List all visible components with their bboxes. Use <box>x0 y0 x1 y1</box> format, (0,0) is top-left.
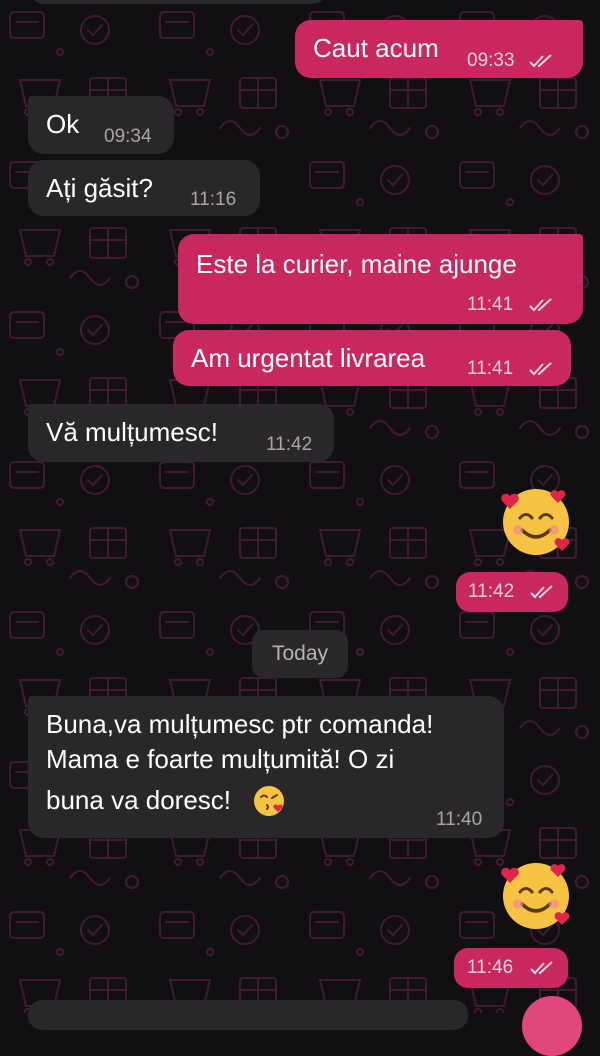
message-text: Este la curier, maine ajunge <box>196 249 517 279</box>
message-bubble-incoming[interactable] <box>28 0 328 4</box>
message-text-line: Mama e foarte mulțumită! O zi <box>46 744 395 774</box>
message-time: 11:40 <box>436 809 483 830</box>
message-text: Ați găsit? <box>46 173 153 203</box>
message-bubble-outgoing[interactable]: Am urgentat livrarea 11:41 <box>173 330 571 386</box>
message-bubble-outgoing[interactable]: Caut acum 09:33 <box>295 20 583 78</box>
message-bubble-incoming[interactable]: Buna,va mulțumesc ptr comanda! Mama e fo… <box>28 696 504 838</box>
message-list[interactable]: Caut acum 09:33 Ok 09:34 Ați găsit? 11:1… <box>0 0 600 1056</box>
message-text-line: buna va doresc! <box>46 785 232 815</box>
message-time: 11:41 <box>467 358 514 379</box>
message-time: 09:34 <box>104 126 152 147</box>
scroll-to-bottom-button[interactable] <box>522 996 582 1056</box>
smiling-face-with-hearts-icon[interactable] <box>496 482 576 562</box>
message-text-line: Buna,va mulțumesc ptr comanda! <box>46 709 434 739</box>
read-receipt-icon <box>529 54 552 68</box>
read-receipt-icon <box>529 362 552 376</box>
message-time: 11:42 <box>266 434 313 455</box>
read-receipt-icon <box>529 298 552 312</box>
message-time-pill[interactable]: 11:46 <box>454 948 568 988</box>
message-text: Vă mulțumesc! <box>46 417 218 447</box>
message-bubble-outgoing[interactable]: Este la curier, maine ajunge 11:41 <box>178 234 583 324</box>
message-bubble-incoming[interactable]: Ok 09:34 <box>28 96 174 154</box>
message-time: 11:16 <box>190 189 237 210</box>
message-bubble-incoming[interactable] <box>28 1000 468 1030</box>
message-time: 11:42 <box>468 581 515 602</box>
message-time: 11:41 <box>467 294 514 315</box>
message-text: Ok <box>46 109 80 139</box>
date-divider: Today <box>252 630 348 678</box>
read-receipt-icon <box>530 585 553 599</box>
date-divider-label: Today <box>271 642 329 665</box>
message-time: 11:46 <box>467 957 514 978</box>
message-text: Am urgentat livrarea <box>191 343 426 373</box>
message-bubble-incoming[interactable]: Vă mulțumesc! 11:42 <box>28 404 334 462</box>
message-bubble-incoming[interactable]: Ați găsit? 11:16 <box>28 160 260 216</box>
message-time: 09:33 <box>467 50 515 71</box>
message-text: Caut acum <box>313 33 439 63</box>
read-receipt-icon <box>530 961 553 975</box>
face-blowing-a-kiss-icon <box>254 786 284 816</box>
smiling-face-with-hearts-icon[interactable] <box>496 856 576 936</box>
message-time-pill[interactable]: 11:42 <box>456 572 568 612</box>
